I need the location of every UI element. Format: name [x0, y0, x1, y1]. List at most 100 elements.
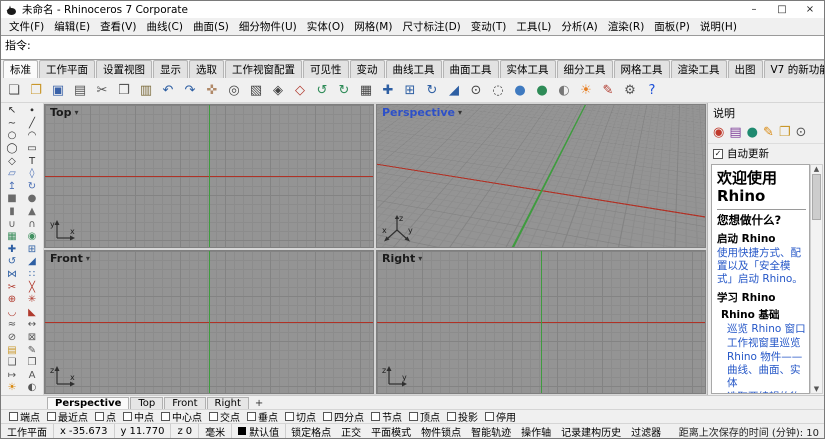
- menu-item[interactable]: 文件(F): [4, 19, 49, 34]
- shade-tool-icon[interactable]: ◐: [22, 382, 42, 395]
- copy-icon[interactable]: ❒: [114, 80, 134, 100]
- help-icon[interactable]: ?: [642, 80, 662, 100]
- help-home-icon[interactable]: ◉: [713, 126, 724, 139]
- ribbon-tab[interactable]: 网格工具: [613, 60, 670, 78]
- menu-item[interactable]: 面板(P): [649, 19, 695, 34]
- array-tool-icon[interactable]: ∷: [22, 269, 42, 282]
- wireframe-mode-icon[interactable]: ◌: [488, 80, 508, 100]
- move-tool-icon[interactable]: ✚: [2, 244, 22, 257]
- paste-icon[interactable]: ▥: [136, 80, 156, 100]
- chamfer-tool-icon[interactable]: ◣: [22, 307, 42, 320]
- viewport-title[interactable]: Front ▾: [48, 252, 92, 265]
- ribbon-tab[interactable]: 选取: [189, 60, 224, 78]
- help-panel-item[interactable]: 工作视窗里巡览: [727, 337, 806, 350]
- zoom-window-icon[interactable]: ▧: [246, 80, 266, 100]
- menu-item[interactable]: 编辑(E): [49, 19, 95, 34]
- osnap-item[interactable]: 切点: [285, 410, 316, 423]
- viewport-layout-icon[interactable]: ▦: [356, 80, 376, 100]
- curve-tool-icon[interactable]: ∼: [2, 118, 22, 131]
- revolve-tool-icon[interactable]: ↻: [22, 181, 42, 194]
- viewport-top[interactable]: Top ▾ y x: [44, 104, 374, 248]
- viewport-tab[interactable]: Right: [206, 397, 249, 409]
- menu-item[interactable]: 查看(V): [95, 19, 141, 34]
- subd-tool-icon[interactable]: ◉: [22, 231, 42, 244]
- undo-view-icon[interactable]: ↺: [312, 80, 332, 100]
- menu-item[interactable]: 尺寸标注(D): [397, 19, 465, 34]
- redo-icon[interactable]: ↷: [180, 80, 200, 100]
- status-toggle[interactable]: 记录建构历史: [556, 424, 626, 439]
- copy-object-icon[interactable]: ⊞: [400, 80, 420, 100]
- units-readout[interactable]: 毫米: [199, 424, 233, 438]
- osnap-item[interactable]: 停用: [485, 410, 516, 423]
- ribbon-tab[interactable]: 细分工具: [556, 60, 613, 78]
- help-panel-item[interactable]: 选取要编辑的物件: [727, 391, 806, 393]
- new-file-icon[interactable]: ❏: [4, 80, 24, 100]
- menu-item[interactable]: 实体(O): [302, 19, 349, 34]
- lock-tool-icon[interactable]: ⊠: [22, 332, 42, 345]
- menu-item[interactable]: 工具(L): [511, 19, 556, 34]
- ribbon-tab[interactable]: 显示: [153, 60, 188, 78]
- osnap-checkbox[interactable]: [247, 412, 256, 421]
- ribbon-tab[interactable]: 标准: [3, 60, 38, 78]
- polyline-tool-icon[interactable]: ╱: [22, 118, 42, 131]
- properties-icon[interactable]: ✎: [598, 80, 618, 100]
- osnap-item[interactable]: 节点: [371, 410, 402, 423]
- polygon-tool-icon[interactable]: ◇: [2, 155, 22, 168]
- rotate-tool-icon[interactable]: ↺: [2, 256, 22, 269]
- object-properties-tool-icon[interactable]: ✎: [22, 344, 42, 357]
- arc-tool-icon[interactable]: ◠: [22, 130, 42, 143]
- osnap-checkbox[interactable]: [95, 412, 104, 421]
- help-globe-icon[interactable]: ●: [747, 126, 758, 139]
- select-tool-icon[interactable]: ↖: [2, 105, 22, 118]
- viewport-tab[interactable]: Perspective: [47, 397, 130, 409]
- viewport-front[interactable]: Front ▾ z x: [44, 250, 374, 394]
- menu-item[interactable]: 分析(A): [556, 19, 602, 34]
- status-toggle[interactable]: 操作轴: [516, 424, 556, 439]
- viewport-tab[interactable]: Top: [130, 397, 164, 409]
- mirror-tool-icon[interactable]: ⋈: [2, 269, 22, 282]
- ribbon-tab[interactable]: 可见性: [303, 60, 349, 78]
- ribbon-tab[interactable]: 出图: [727, 60, 763, 78]
- status-toggle[interactable]: 平面模式: [366, 424, 416, 439]
- extend-tool-icon[interactable]: ↔: [22, 319, 42, 332]
- status-toggle[interactable]: 锁定格点: [286, 424, 336, 439]
- chevron-down-icon[interactable]: ▾: [458, 108, 462, 117]
- ribbon-tab[interactable]: V7 的新功能: [763, 60, 824, 78]
- zoom-selected-icon[interactable]: ◇: [290, 80, 310, 100]
- menu-item[interactable]: 网格(M): [349, 19, 397, 34]
- move-icon[interactable]: ✚: [378, 80, 398, 100]
- osnap-checkbox[interactable]: [123, 412, 132, 421]
- help-panel-item[interactable]: 巡览 Rhino 窗口: [727, 323, 806, 336]
- annotation-tool-icon[interactable]: A: [22, 369, 42, 382]
- ribbon-tab[interactable]: 曲线工具: [385, 60, 442, 78]
- scale-icon[interactable]: ◢: [444, 80, 464, 100]
- osnap-checkbox[interactable]: [47, 412, 56, 421]
- dimension-tool-icon[interactable]: ↦: [2, 369, 22, 382]
- osnap-checkbox[interactable]: [285, 412, 294, 421]
- copy-tool-icon[interactable]: ⊞: [22, 244, 42, 257]
- osnap-item[interactable]: 垂点: [247, 410, 278, 423]
- osnap-item[interactable]: 最近点: [47, 410, 88, 423]
- chevron-down-icon[interactable]: ▾: [418, 254, 422, 263]
- osnap-icon[interactable]: ⊙: [466, 80, 486, 100]
- status-toggle[interactable]: 过滤器: [626, 424, 666, 439]
- osnap-item[interactable]: 中心点: [161, 410, 202, 423]
- scrollbar-thumb[interactable]: [812, 174, 821, 220]
- status-toggle[interactable]: 物件锁点: [416, 424, 466, 439]
- viewport-right[interactable]: Right ▾ z y: [376, 250, 706, 394]
- ribbon-tab[interactable]: 工作视窗配置: [225, 60, 302, 78]
- viewport-title[interactable]: Right ▾: [380, 252, 424, 265]
- zoom-extents-icon[interactable]: ◈: [268, 80, 288, 100]
- rotate-icon[interactable]: ↻: [422, 80, 442, 100]
- boolean-intersect-tool-icon[interactable]: ∩: [22, 218, 42, 231]
- render-tool-icon[interactable]: ☀: [2, 382, 22, 395]
- osnap-checkbox[interactable]: [161, 412, 170, 421]
- minimize-button[interactable]: –: [740, 1, 768, 18]
- text-tool-icon[interactable]: T: [22, 155, 42, 168]
- redo-view-icon[interactable]: ↻: [334, 80, 354, 100]
- box-tool-icon[interactable]: ■: [2, 193, 22, 206]
- osnap-item[interactable]: 中点: [123, 410, 154, 423]
- menu-item[interactable]: 曲面(S): [188, 19, 234, 34]
- osnap-checkbox[interactable]: [9, 412, 18, 421]
- menu-item[interactable]: 细分物件(U): [234, 19, 302, 34]
